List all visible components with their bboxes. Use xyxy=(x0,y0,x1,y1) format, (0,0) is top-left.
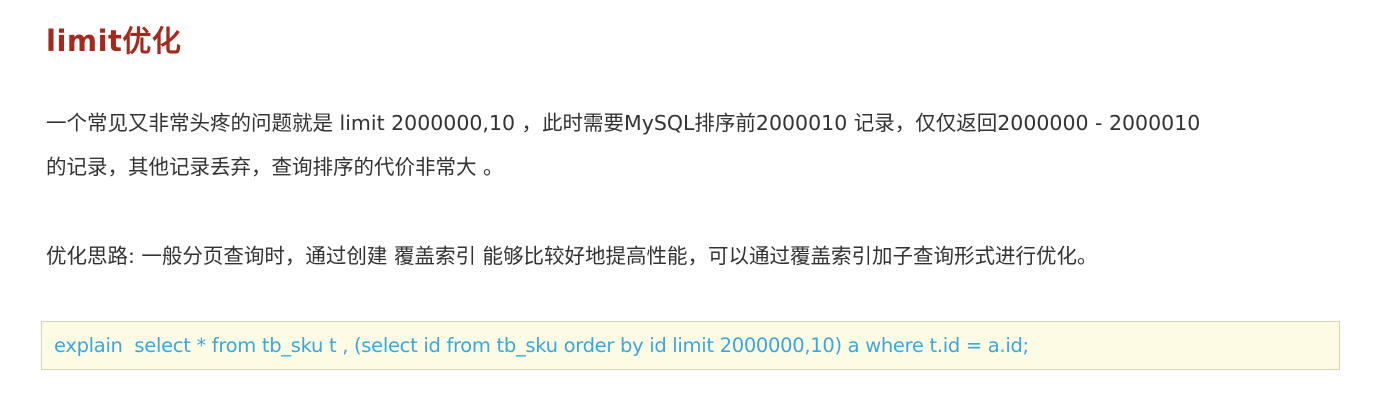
optimization-idea-paragraph: 优化思路: 一般分页查询时，通过创建 覆盖索引 能够比较好地提高性能，可以通过覆… xyxy=(46,244,1098,268)
code-block: explain select * from tb_sku t , (select… xyxy=(41,321,1340,370)
paragraph-line-2: 的记录，其他记录丢弃，查询排序的代价非常大 。 xyxy=(46,155,504,179)
paragraph-line-1: 一个常见又非常头疼的问题就是 limit 2000000,10 ，此时需要MyS… xyxy=(46,111,1201,135)
document-page: limit优化 一个常见又非常头疼的问题就是 limit 2000000,10 … xyxy=(0,0,1390,417)
section-heading: limit优化 xyxy=(46,24,182,58)
sql-code: explain select * from tb_sku t , (select… xyxy=(54,334,1029,357)
